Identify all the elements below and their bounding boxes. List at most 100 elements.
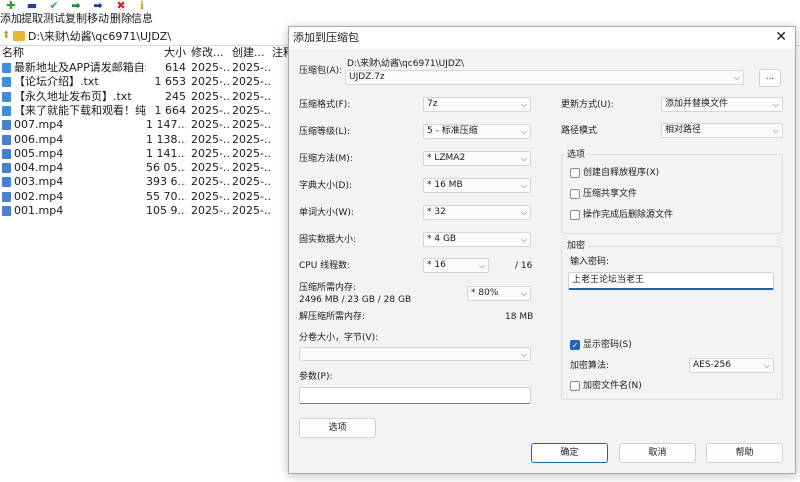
password-label: 输入密码: [570,257,610,267]
encrypt-names-label[interactable]: 加密文件名(N) [583,380,642,392]
file-row[interactable]: 005.mp4 1 141... 2025-...2025-... [0,147,290,161]
file-row[interactable]: 【永久地址发布页】.txt 245 2025-...2025-... [0,90,290,104]
file-size: 55 70... [146,189,186,203]
encrypt-names-checkbox[interactable] [570,381,580,391]
file-created: 2025-... [232,189,270,203]
dict-combo[interactable]: * 16 MB ⌵ [423,178,531,193]
column-header-size[interactable]: 大小 [146,46,186,60]
ok-button[interactable]: 确定 [531,443,608,463]
up-folder-icon[interactable]: ⬆ [2,30,10,41]
file-row[interactable]: 007.mp4 1 147... 2025-...2025-... [0,118,290,132]
file-row[interactable]: 003.mp4 393 6... 2025-...2025-... [0,175,290,189]
cpu-combo[interactable]: * 16 ⌵ [423,258,489,273]
toolbar-button-1[interactable]: ▬ 提取 [21,0,43,28]
toolbar-button-5[interactable]: ✖ 删除 [110,0,132,28]
password-input[interactable]: 上老王论坛当老王 [568,272,774,290]
chevron-down-icon[interactable]: ⌵ [521,98,527,111]
cancel-button[interactable]: 取消 [619,443,696,463]
split-label: 分卷大小，字节(V): [299,333,379,343]
file-modified: 2025-... [191,89,229,103]
sfx-label[interactable]: 创建自释放程序(X) [583,167,659,179]
chevron-down-icon[interactable]: ⌵ [521,348,527,360]
file-name: 002.mp4 [14,189,64,203]
path-mode-combo[interactable]: 相对路径 ⌵ [661,123,783,138]
format-combo[interactable]: 7z ⌵ [423,97,531,112]
chevron-down-icon[interactable]: ⌵ [521,233,527,246]
archive-name-combo[interactable]: UJDZ.7z ⌵ [345,70,744,85]
file-row[interactable]: 002.mp4 55 70... 2025-...2025-... [0,190,290,204]
chevron-down-icon[interactable]: ⌵ [773,124,779,137]
enc-method-combo[interactable]: AES-256 ⌵ [689,358,774,373]
file-size: 105 9... [146,204,186,217]
file-name: 【永久地址发布页】.txt [14,89,132,103]
file-size: 1 653 [154,75,187,89]
column-header-created[interactable]: 创建... [232,46,270,60]
delete-after-checkbox[interactable] [570,210,580,220]
add-to-archive-dialog: 添加到压缩包 ✕ 压缩包(A): D:\来财\幼酱\qc6971\UJDZ\ U… [288,26,796,474]
update-combo[interactable]: 添加并替换文件 ⌵ [661,97,783,112]
chevron-down-icon[interactable]: ⌵ [521,179,527,192]
file-name: 007.mp4 [14,118,64,132]
browse-button[interactable]: ... [759,69,781,87]
delete-after-label[interactable]: 操作完成后删除源文件 [583,209,673,221]
chevron-down-icon[interactable]: ⌵ [734,71,740,84]
dialog-title: 添加到压缩包 [293,31,359,44]
file-row[interactable]: 【来了就能下载和观看！纯免... 1 664 2025-...2025-... [0,104,290,118]
mem-percent-combo[interactable]: * 80% ⌵ [467,286,531,301]
word-combo[interactable]: * 32 ⌵ [423,205,531,220]
sfx-checkbox[interactable] [570,168,580,178]
column-header-name[interactable]: 名称 [2,46,142,60]
video-file-icon [2,191,11,202]
shared-checkbox[interactable] [570,189,580,199]
video-file-icon [2,163,11,174]
word-label: 单词大小(W): [299,208,354,218]
toolbar-button-6[interactable]: ℹ 信息 [131,0,153,28]
file-row[interactable]: 001.mp4 105 9... 2025-...2025-... [0,204,290,218]
chevron-down-icon[interactable]: ⌵ [521,206,527,219]
address-path[interactable]: D:\来财\幼酱\qc6971\UJDZ\ [28,30,171,44]
toolbar-button-label: 添加 [0,12,22,25]
level-combo[interactable]: 5 - 标准压缩 ⌵ [423,124,531,139]
column-header-modified[interactable]: 修改... [191,46,229,60]
file-row[interactable]: 006.mp4 1 138... 2025-...2025-... [0,133,290,147]
toolbar-button-label: 移动 [87,12,109,25]
video-file-icon [2,134,11,145]
folder-icon [13,31,25,41]
archive-label: 压缩包(A): [299,66,343,76]
video-file-icon [2,148,11,159]
chevron-down-icon[interactable]: ⌵ [764,359,770,372]
file-row[interactable]: 最新地址及APP请发邮箱自动... 614 2025-...2025-... [0,61,290,75]
close-icon[interactable]: ✕ [775,29,787,45]
file-row[interactable]: 004.mp4 56 05... 2025-...2025-... [0,161,290,175]
text-file-icon [2,105,11,116]
toolbar-button-0[interactable]: ✚ 添加 [0,0,22,28]
split-combo[interactable]: ⌵ [299,347,531,361]
dict-value: * 16 MB [427,180,463,190]
solid-value: * 4 GB [427,234,457,244]
toolbar-button-3[interactable]: ➡ 复制 [65,0,87,28]
chevron-down-icon[interactable]: ⌵ [521,125,527,138]
toolbar-button-4[interactable]: ➡ 移动 [87,0,109,28]
file-created: 2025-... [232,132,270,146]
toolbar-button-2[interactable]: ✔ 测试 [43,0,65,28]
solid-combo[interactable]: * 4 GB ⌵ [423,232,531,247]
params-input[interactable] [299,387,531,404]
chevron-down-icon[interactable]: ⌵ [521,152,527,165]
chevron-down-icon[interactable]: ⌵ [479,259,485,272]
help-button[interactable]: 帮助 [706,443,783,463]
show-password-label[interactable]: 显示密码(S) [583,339,632,351]
mem-comp-value: 2496 MB / 23 GB / 28 GB [299,295,412,305]
options-button[interactable]: 选项 [299,418,376,438]
mem-comp-label: 压缩所需内存: [299,283,357,293]
file-created: 2025-... [232,89,270,103]
shared-label[interactable]: 压缩共享文件 [583,188,637,200]
file-modified: 2025-... [191,103,229,117]
chevron-down-icon[interactable]: ⌵ [521,287,527,300]
path-mode-value: 相对路径 [665,125,702,135]
chevron-down-icon[interactable]: ⌵ [773,98,779,111]
file-row[interactable]: 【论坛介绍】.txt 1 653 2025-...2025-... [0,75,290,89]
method-combo[interactable]: * LZMA2 ⌵ [423,151,531,166]
toolbar-button-label: 复制 [65,12,87,25]
toolbar-button-label: 测试 [43,12,65,25]
show-password-checkbox[interactable]: ✓ [570,340,580,350]
